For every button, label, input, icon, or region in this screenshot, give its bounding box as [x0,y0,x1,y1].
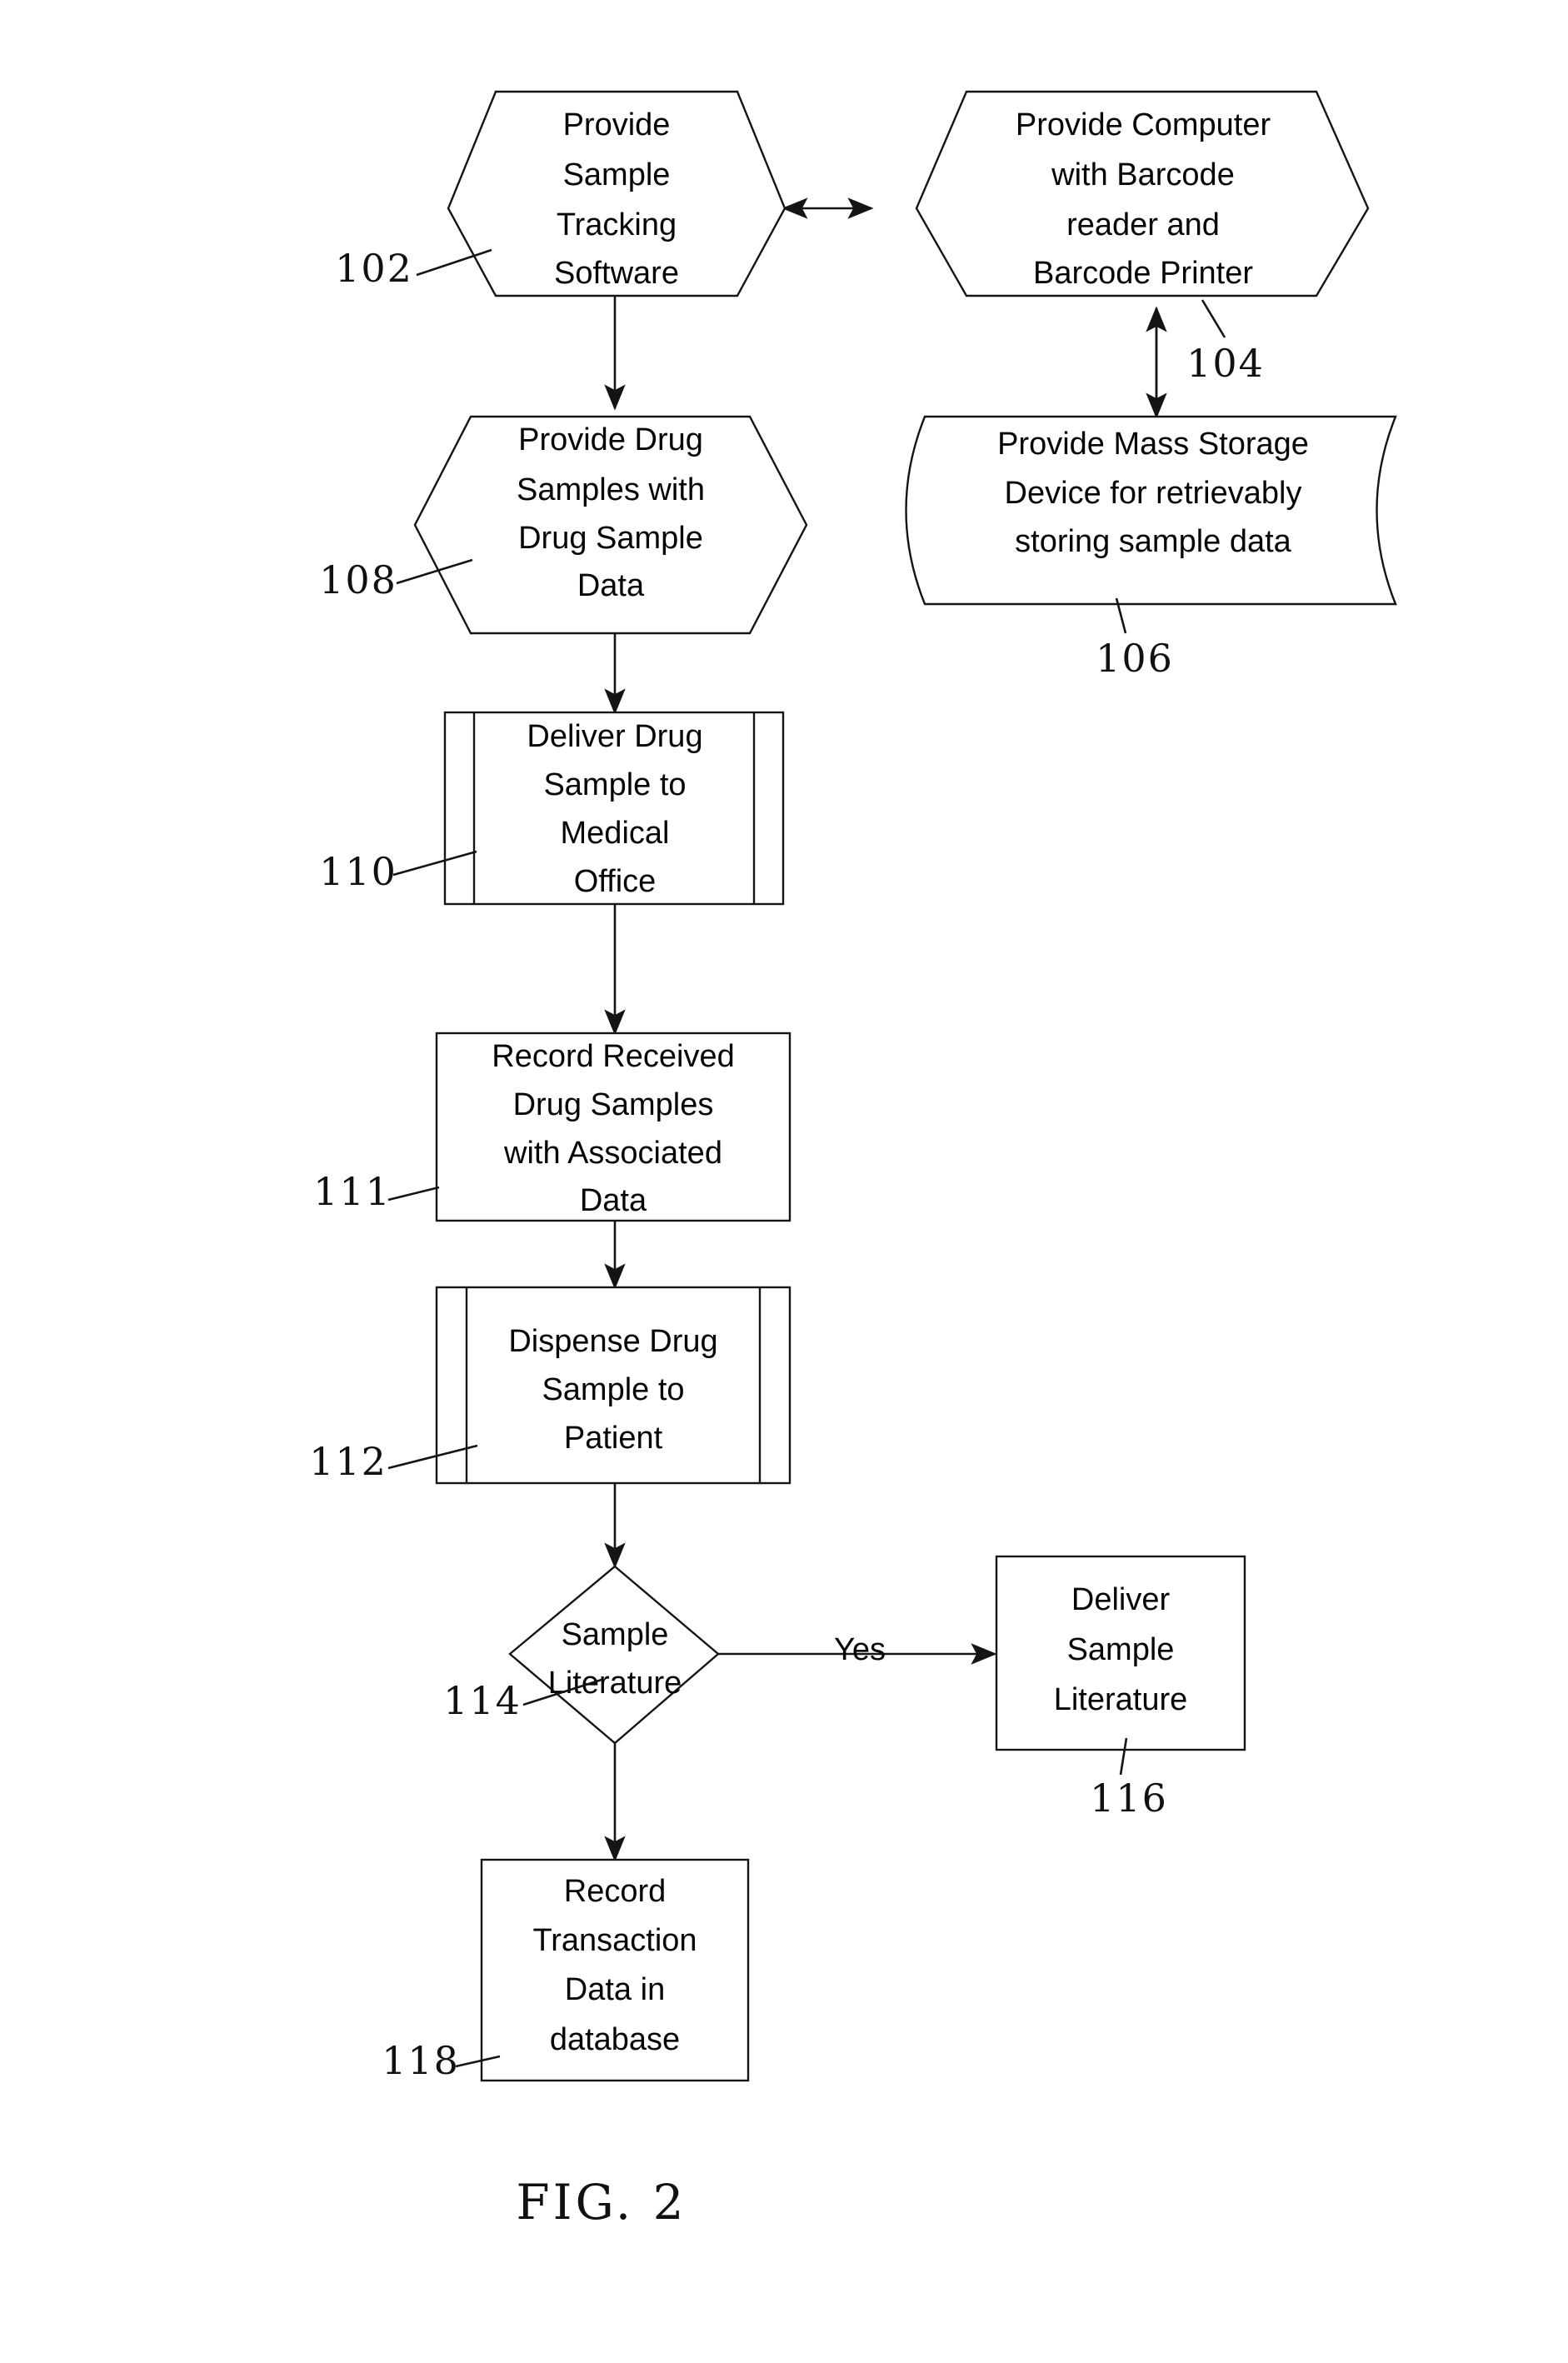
node-108-line-1: Samples with [517,472,705,507]
node-116-line-1: Sample [1067,1632,1175,1667]
node-118[interactable]: Record Transaction Data in database 118 [382,1858,750,2083]
node-118-line-3: database [550,2022,680,2057]
node-111-refnum: 111 [313,1169,392,1214]
node-104-refnum: 104 [1186,341,1265,386]
node-114-line-0: Sample [562,1617,669,1652]
node-106[interactable]: Provide Mass Storage Device for retrieva… [905,415,1397,681]
node-108-line-2: Drug Sample [518,521,703,556]
node-102-line-3: Software [554,256,679,291]
node-111-line-3: Data [580,1183,647,1218]
node-112-line-0: Dispense Drug [508,1324,717,1359]
node-112-refnum: 112 [309,1439,387,1484]
node-110-line-2: Medical [561,816,670,851]
node-114-diamond [508,1565,720,1745]
node-112[interactable]: Dispense Drug Sample to Patient 112 [309,1286,791,1485]
node-102-line-1: Sample [563,157,671,192]
node-104-line-1: with Barcode [1051,157,1235,192]
node-118-line-2: Data in [565,1972,665,2007]
node-114-line-1: Literature [548,1666,682,1701]
node-118-line-0: Record [564,1874,667,1909]
node-102-line-2: Tracking [557,207,677,242]
figure-caption: FIG. 2 [516,2174,687,2231]
node-104[interactable]: Provide Computer with Barcode reader and… [915,90,1370,386]
node-110-line-1: Sample to [543,767,686,802]
node-111-line-2: with Associated [503,1136,722,1171]
node-111-leader [387,1186,440,1201]
node-111[interactable]: Record Received Drug Samples with Associ… [313,1032,791,1222]
node-108-line-3: Data [577,568,645,603]
node-104-line-3: Barcode Printer [1033,256,1253,291]
node-102-line-0: Provide [563,107,671,142]
node-116-line-2: Literature [1054,1682,1188,1717]
node-112-line-1: Sample to [542,1372,684,1407]
node-106-line-2: storing sample data [1015,524,1291,559]
node-112-line-2: Patient [564,1421,663,1456]
node-104-line-0: Provide Computer [1016,107,1271,142]
node-106-line-0: Provide Mass Storage [997,427,1309,462]
node-106-line-1: Device for retrievably [1005,476,1302,511]
node-108[interactable]: Provide Drug Samples with Drug Sample Da… [319,415,808,635]
node-102-refnum: 102 [335,246,413,291]
node-118-refnum: 118 [382,2038,460,2083]
flowchart-svg: Provide Sample Tracking Software 102 Pro… [309,90,1397,2231]
node-111-line-1: Drug Samples [513,1087,714,1122]
node-110[interactable]: Deliver Drug Sample to Medical Office 11… [319,711,785,906]
node-102[interactable]: Provide Sample Tracking Software 102 [335,90,786,297]
node-110-refnum: 110 [319,849,397,894]
node-110-line-3: Office [574,864,657,899]
node-106-refnum: 106 [1096,636,1174,681]
node-116-refnum: 116 [1090,1776,1168,1821]
node-104-line-2: reader and [1066,207,1220,242]
node-116[interactable]: Deliver Sample Literature 116 [995,1555,1246,1821]
node-114-refnum: 114 [443,1678,522,1723]
patent-figure-page: Provide Sample Tracking Software 102 Pro… [0,0,1568,2363]
node-111-line-0: Record Received [492,1039,734,1074]
node-104-leader [1201,299,1226,338]
node-108-line-0: Provide Drug [518,422,703,457]
decision-yes-label: Yes [834,1632,886,1667]
node-108-refnum: 108 [319,557,397,602]
node-116-line-0: Deliver [1071,1582,1171,1617]
node-110-line-0: Deliver Drug [527,719,702,754]
node-118-line-1: Transaction [532,1923,697,1958]
